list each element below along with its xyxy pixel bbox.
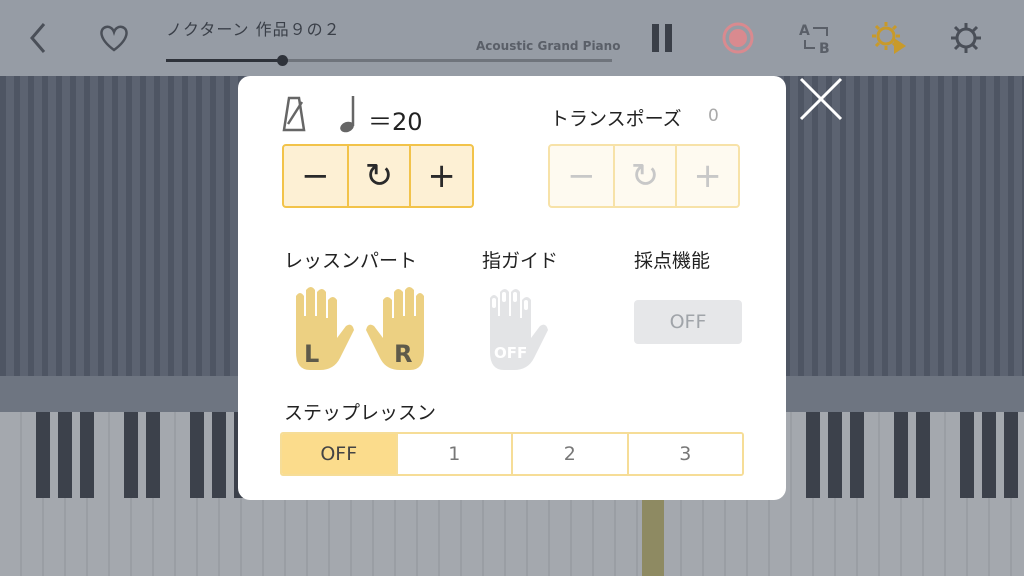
transpose-plus-button[interactable]: +	[675, 146, 738, 206]
svg-text:A: A	[799, 23, 810, 39]
tempo-minus-button[interactable]: −	[284, 146, 347, 206]
scoring-toggle[interactable]: OFF	[634, 300, 742, 344]
record-icon[interactable]	[718, 18, 758, 58]
close-icon[interactable]	[798, 76, 844, 122]
transpose-control: − ↻ +	[548, 144, 740, 208]
white-key[interactable]	[0, 412, 20, 576]
highlighted-key	[642, 500, 664, 576]
metronome-icon	[282, 96, 306, 132]
step-lesson-title: ステップレッスン	[284, 402, 437, 424]
settings-gear-icon[interactable]	[946, 18, 986, 58]
step-option-2[interactable]: 2	[511, 434, 627, 474]
step-option-off[interactable]: OFF	[282, 434, 396, 474]
favorite-heart-icon[interactable]	[94, 18, 134, 58]
black-key[interactable]	[146, 412, 160, 498]
black-key[interactable]	[36, 412, 50, 498]
quarter-note-icon	[338, 94, 358, 134]
tempo-control: − ↻ +	[282, 144, 474, 208]
ab-repeat-icon[interactable]: A B	[796, 18, 836, 58]
black-key[interactable]	[1004, 412, 1018, 498]
black-key[interactable]	[982, 412, 996, 498]
progress-knob[interactable]	[276, 55, 288, 66]
black-key[interactable]	[190, 412, 204, 498]
scoring-title: 採点機能	[634, 250, 711, 272]
black-key[interactable]	[212, 412, 226, 498]
transpose-title: トランスポーズ	[550, 108, 682, 130]
lesson-settings-dialog: ＝20 トランスポーズ 0 − ↻ + − ↻ + レッスンパート 指ガイド 採…	[238, 76, 786, 500]
right-hand-toggle[interactable]: R	[364, 286, 434, 372]
black-key[interactable]	[806, 412, 820, 498]
back-icon[interactable]	[18, 18, 58, 58]
left-hand-toggle[interactable]: L	[286, 286, 356, 372]
black-key[interactable]	[916, 412, 930, 498]
black-key[interactable]	[894, 412, 908, 498]
transpose-value: 0	[708, 106, 719, 126]
left-hand-letter: L	[304, 340, 319, 368]
tempo-reset-button[interactable]: ↻	[346, 146, 410, 206]
finger-guide-title: 指ガイド	[482, 250, 559, 272]
black-key[interactable]	[80, 412, 94, 498]
right-hand-letter: R	[394, 340, 412, 368]
song-title: ノクターン 作品９の２	[166, 20, 341, 39]
step-option-1[interactable]: 1	[395, 434, 511, 474]
black-key[interactable]	[850, 412, 864, 498]
step-lesson-selector: OFF 1 2 3	[280, 432, 744, 476]
tempo-plus-button[interactable]: +	[409, 146, 472, 206]
top-bar: ノクターン 作品９の２ Acoustic Grand Piano A B	[0, 0, 1024, 76]
lesson-settings-icon[interactable]	[870, 18, 910, 58]
black-key[interactable]	[124, 412, 138, 498]
step-option-3[interactable]: 3	[626, 434, 742, 474]
svg-text:B: B	[819, 41, 830, 56]
finger-guide-toggle[interactable]: OFF	[484, 284, 554, 370]
progress-fill	[166, 59, 282, 62]
transpose-minus-button[interactable]: −	[550, 146, 613, 206]
tempo-value: ＝20	[368, 108, 423, 136]
black-key[interactable]	[960, 412, 974, 498]
lesson-part-title: レッスンパート	[284, 250, 418, 272]
pause-icon[interactable]	[642, 18, 682, 58]
black-key[interactable]	[58, 412, 72, 498]
progress-bar[interactable]	[166, 55, 612, 66]
transpose-reset-button[interactable]: ↻	[612, 146, 676, 206]
black-key[interactable]	[828, 412, 842, 498]
instrument-name[interactable]: Acoustic Grand Piano	[476, 39, 620, 53]
finger-guide-state: OFF	[494, 344, 527, 362]
